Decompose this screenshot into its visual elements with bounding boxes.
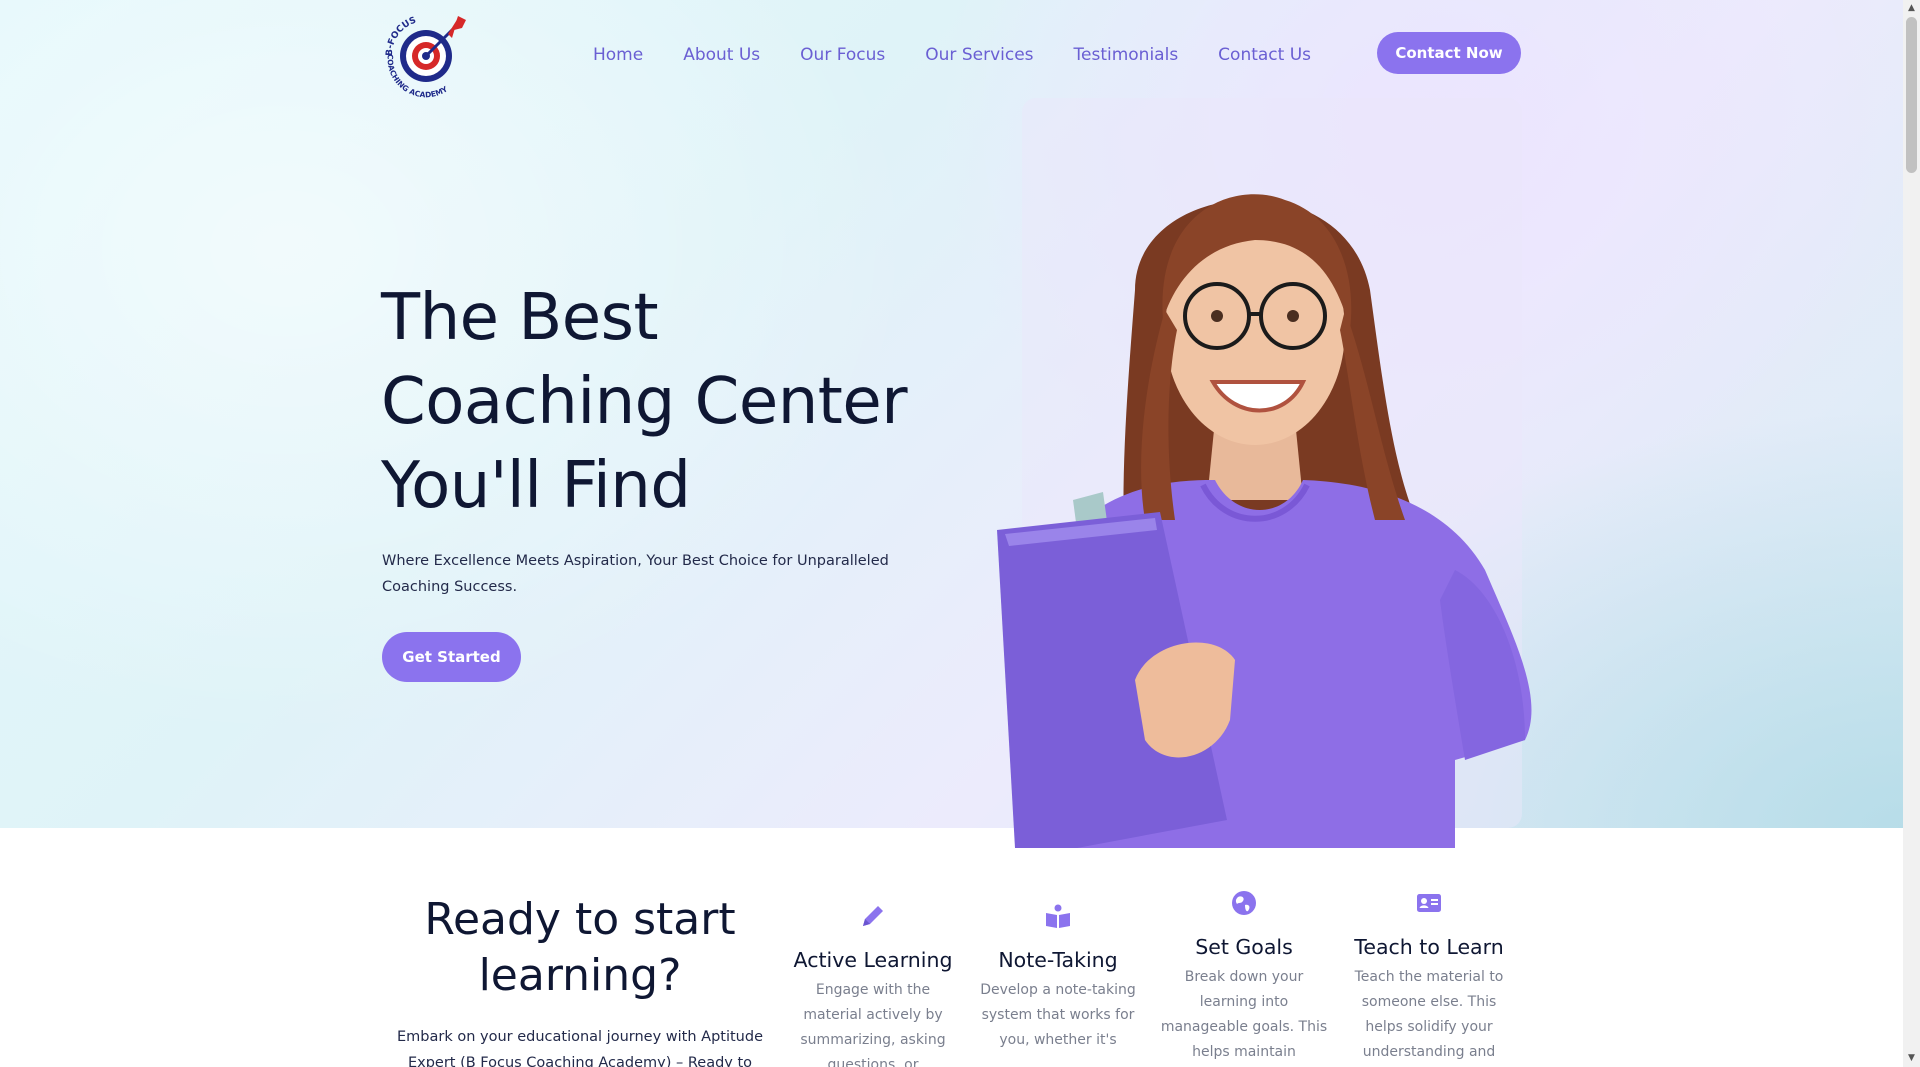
feature-teach-to-learn: Teach to Learn Teach the material to som… bbox=[1343, 889, 1515, 1065]
feature-title: Teach to Learn bbox=[1354, 935, 1504, 959]
feature-text: Break down your learning into manageable… bbox=[1160, 969, 1328, 1060]
nav-our-services[interactable]: Our Services bbox=[925, 44, 1033, 66]
contact-now-button[interactable]: Contact Now bbox=[1377, 32, 1521, 74]
id-card-icon bbox=[1417, 894, 1441, 912]
ready-text: Embark on your educational journey with … bbox=[396, 1029, 763, 1067]
nav-contact-us[interactable]: Contact Us bbox=[1218, 44, 1311, 66]
feature-title: Set Goals bbox=[1195, 935, 1293, 959]
hero-title-line-2: Coaching Center bbox=[381, 365, 908, 439]
pencil-icon bbox=[863, 906, 883, 926]
feature-set-goals: Set Goals Break down your learning into … bbox=[1158, 889, 1330, 1067]
hero-student-image bbox=[997, 194, 1532, 848]
get-started-button[interactable]: Get Started bbox=[382, 632, 521, 682]
scrollbar-thumb[interactable] bbox=[1906, 17, 1917, 173]
feature-title: Note-Taking bbox=[998, 948, 1118, 972]
feature-text: Engage with the material actively by sum… bbox=[800, 982, 946, 1067]
book-icon bbox=[1046, 904, 1070, 928]
ready-title: Ready to start learning? bbox=[424, 894, 736, 1001]
hero-section bbox=[0, 0, 1903, 828]
feature-text: Develop a note-taking system that works … bbox=[980, 982, 1136, 1048]
scroll-down-arrow-icon[interactable]: ▼ bbox=[1908, 1054, 1915, 1063]
nav-about-us[interactable]: About Us bbox=[683, 44, 760, 66]
hero-subtitle: Where Excellence Meets Aspiration, Your … bbox=[382, 553, 889, 595]
hero-title-line-3: You'll Find bbox=[381, 449, 691, 523]
logo[interactable]: B-FOCUS COACHING ACADEMY bbox=[378, 6, 474, 102]
feature-text: Teach the material to someone else. This… bbox=[1354, 969, 1504, 1060]
nav-home[interactable]: Home bbox=[593, 44, 643, 66]
feature-active-learning: Active Learning Engage with the material… bbox=[787, 902, 959, 1067]
feature-title: Active Learning bbox=[793, 948, 953, 972]
main-nav: Home About Us Our Focus Our Services Tes… bbox=[593, 44, 1351, 66]
page: B-FOCUS COACHING ACADEMY Home About Us O… bbox=[0, 0, 1903, 1067]
hero-title-line-1: The Best bbox=[381, 281, 659, 355]
feature-note-taking: Note-Taking Develop a note-taking system… bbox=[972, 902, 1144, 1053]
nav-our-focus[interactable]: Our Focus bbox=[800, 44, 885, 66]
nav-testimonials[interactable]: Testimonials bbox=[1074, 44, 1179, 66]
hero-title: The Best Coaching Center You'll Find bbox=[381, 276, 941, 528]
globe-icon bbox=[1232, 891, 1256, 915]
scroll-up-arrow-icon[interactable]: ▲ bbox=[1908, 4, 1915, 13]
vertical-scrollbar[interactable]: ▲ ▼ bbox=[1903, 0, 1920, 1067]
